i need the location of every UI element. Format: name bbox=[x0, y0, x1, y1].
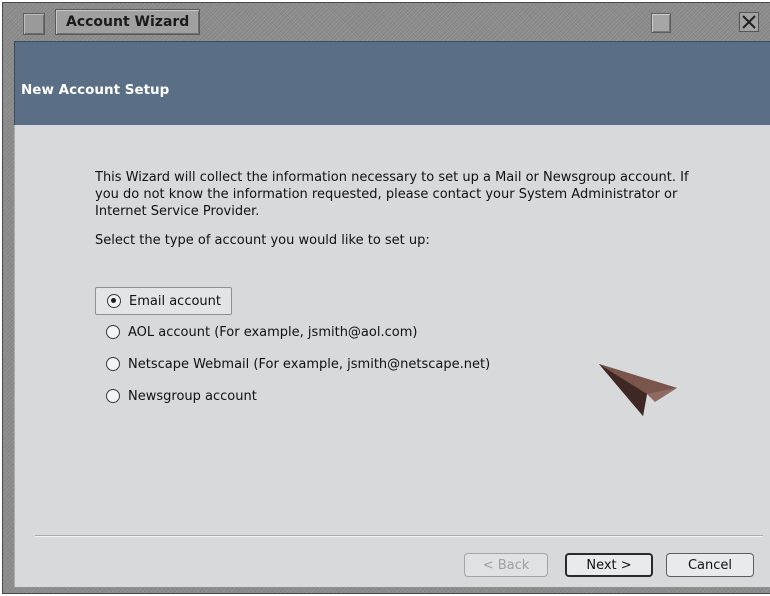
account-type-prompt: Select the type of account you would lik… bbox=[95, 233, 430, 248]
wizard-header: New Account Setup bbox=[14, 41, 770, 126]
window-menu-icon[interactable] bbox=[23, 13, 45, 35]
paper-plane-arrow-icon bbox=[599, 364, 677, 416]
title-bar[interactable]: Account Wizard bbox=[3, 3, 770, 41]
option-email-account[interactable]: Email account bbox=[95, 287, 232, 315]
option-label: Netscape Webmail (For example, jsmith@ne… bbox=[128, 356, 491, 372]
page-title: New Account Setup bbox=[21, 82, 170, 98]
option-label: AOL account (For example, jsmith@aol.com… bbox=[128, 324, 418, 340]
option-newsgroup-account[interactable]: Newsgroup account bbox=[95, 383, 257, 409]
option-label: Email account bbox=[129, 293, 221, 309]
window-title: Account Wizard bbox=[55, 9, 201, 35]
footer-divider bbox=[35, 535, 763, 537]
option-netscape-webmail[interactable]: Netscape Webmail (For example, jsmith@ne… bbox=[95, 351, 490, 377]
next-button[interactable]: Next > bbox=[565, 553, 653, 577]
account-wizard-window: Account Wizard New Account Setup This Wi… bbox=[2, 2, 770, 594]
intro-text: This Wizard will collect the information… bbox=[95, 170, 689, 219]
wizard-content: This Wizard will collect the information… bbox=[14, 125, 770, 588]
option-label: Newsgroup account bbox=[128, 388, 257, 404]
radio-netscape-webmail[interactable] bbox=[106, 357, 120, 371]
maximize-button[interactable] bbox=[651, 13, 671, 33]
option-aol-account[interactable]: AOL account (For example, jsmith@aol.com… bbox=[95, 319, 417, 345]
radio-newsgroup-account[interactable] bbox=[106, 389, 120, 403]
close-button[interactable] bbox=[739, 12, 759, 32]
cancel-button[interactable]: Cancel bbox=[666, 553, 754, 577]
radio-aol-account[interactable] bbox=[106, 325, 120, 339]
back-button[interactable]: < Back bbox=[464, 553, 548, 577]
close-icon bbox=[739, 12, 759, 32]
radio-email-account[interactable] bbox=[107, 294, 121, 308]
